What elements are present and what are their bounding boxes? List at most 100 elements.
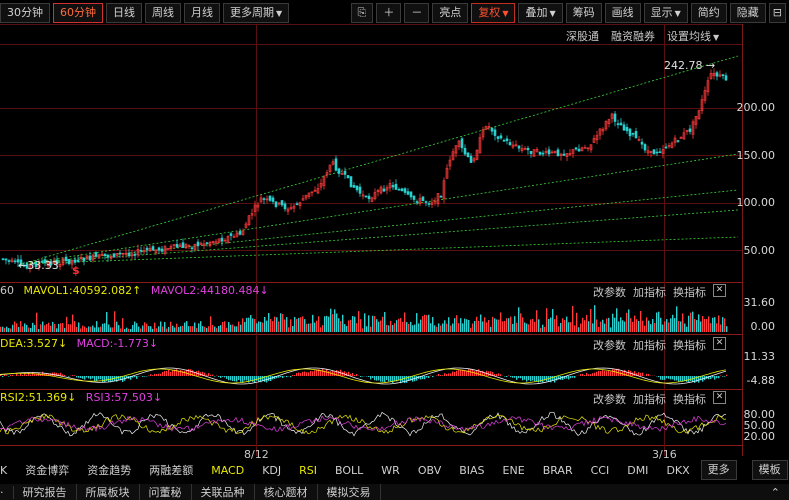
macd-bar	[64, 374, 66, 376]
macd-bar	[422, 376, 424, 380]
chips-button[interactable]: 筹码	[565, 3, 602, 23]
restore-icon[interactable]: ⎘	[350, 3, 374, 23]
period-30min[interactable]: 30分钟	[0, 3, 50, 23]
tab-ene[interactable]: ENE	[494, 464, 534, 477]
bottom-tab-related[interactable]: 关联品种	[192, 484, 255, 500]
macd-bar	[302, 371, 304, 376]
candle-body	[616, 123, 620, 125]
volume-bar	[222, 321, 224, 332]
macd-chart[interactable]	[0, 350, 742, 389]
candle-body	[574, 147, 578, 150]
bottom-tab-ask-secretary[interactable]: 问董秘	[140, 484, 192, 500]
volume-bar	[2, 326, 4, 332]
tab-wr[interactable]: WR	[372, 464, 409, 477]
volume-bar	[540, 327, 542, 332]
volume-bar	[510, 316, 512, 332]
macd-bar	[308, 372, 310, 376]
volume-bar	[212, 324, 214, 332]
candle-body	[88, 255, 92, 261]
close-icon[interactable]: ✕	[713, 337, 726, 350]
bottom-tab-research[interactable]: 研究报告	[14, 484, 77, 500]
macd-bar	[640, 372, 642, 376]
tab-fund-trend[interactable]: 资金趋势	[78, 462, 140, 478]
volume-bar	[132, 325, 134, 332]
volume-bar	[8, 328, 10, 332]
volume-bar	[550, 317, 552, 332]
volume-bar	[238, 321, 240, 332]
period-week[interactable]: 周线	[145, 3, 181, 23]
tab-obv[interactable]: OBV	[409, 464, 450, 477]
close-icon[interactable]: ✕	[713, 391, 726, 404]
macd-bar	[312, 371, 314, 376]
more-indicators-button[interactable]: 更多	[700, 460, 737, 480]
tab-fund-game[interactable]: 资金博弈	[16, 462, 78, 478]
tab-dkx[interactable]: DKX	[657, 464, 698, 477]
volume-bar	[456, 315, 458, 332]
template-button[interactable]: 模板	[751, 460, 788, 480]
volume-bar	[640, 310, 642, 332]
tab-indicator-edge[interactable]: K	[0, 464, 16, 477]
edit-params-button[interactable]: 改参数	[593, 284, 626, 300]
collapse-icon[interactable]: ⊟	[768, 3, 786, 23]
volume-bar	[584, 320, 586, 332]
display-button[interactable]: 显示 ▼	[643, 3, 688, 23]
scroll-up-icon[interactable]: ⌃	[762, 486, 789, 499]
tab-margin-diff[interactable]: 两融差额	[140, 462, 202, 478]
volume-bar	[400, 318, 402, 332]
bottom-tab-sim-trade[interactable]: 模拟交易	[318, 484, 381, 500]
tab-macd[interactable]: MACD	[202, 464, 253, 477]
highlight-button[interactable]: 亮点	[432, 3, 469, 23]
panel-divider	[0, 334, 742, 335]
volume-bar	[370, 326, 372, 332]
volume-bar	[76, 326, 78, 332]
period-month[interactable]: 月线	[184, 3, 220, 23]
price-tick: 100.00	[736, 196, 776, 209]
hide-button[interactable]: 隐藏	[729, 3, 766, 23]
bottom-tab-theme[interactable]: 核心题材	[255, 484, 318, 500]
more-period-dropdown[interactable]: 更多周期 ▼	[223, 3, 290, 23]
simple-button[interactable]: 简约	[690, 3, 727, 23]
macd-bar	[600, 371, 602, 376]
volume-bar	[486, 322, 488, 332]
volume-bar	[158, 326, 160, 332]
tab-bias[interactable]: BIAS	[450, 464, 493, 477]
rsi-chart[interactable]	[0, 404, 742, 445]
bottom-tab-edge[interactable]: ·	[0, 485, 14, 499]
overlay-button[interactable]: 叠加 ▼	[518, 3, 563, 23]
ma-settings-link[interactable]: 设置均线 ▼	[667, 28, 719, 44]
tab-cci[interactable]: CCI	[582, 464, 619, 477]
volume-bar	[666, 319, 668, 332]
macd-bar	[386, 376, 388, 381]
tab-kdj[interactable]: KDJ	[253, 464, 290, 477]
tab-brar[interactable]: BRAR	[534, 464, 582, 477]
switch-indicator-button[interactable]: 换指标	[673, 284, 706, 300]
close-icon[interactable]: ✕	[713, 284, 726, 297]
macd-bar	[562, 376, 564, 380]
margin-trading-link[interactable]: 融资融券	[611, 28, 655, 44]
macd-bar	[572, 376, 574, 378]
volume-bar	[94, 327, 96, 332]
period-day[interactable]: 日线	[106, 3, 142, 23]
candle-body	[409, 191, 413, 198]
draw-line-button[interactable]: 画线	[604, 3, 641, 23]
y-axis-line	[742, 24, 743, 456]
volume-chart[interactable]	[0, 300, 742, 334]
bottom-tab-sector[interactable]: 所属板块	[77, 484, 140, 500]
volume-bar	[208, 326, 210, 332]
adjust-button[interactable]: 复权 ▼	[471, 3, 516, 23]
period-60min[interactable]: 60分钟	[53, 3, 103, 23]
macd-bar	[608, 370, 610, 376]
volume-bar	[170, 321, 172, 332]
sz-connect-link[interactable]: 深股通	[566, 28, 599, 44]
volume-bar	[428, 314, 430, 332]
zoom-in-icon[interactable]: ＋	[376, 3, 402, 23]
volume-bar	[280, 313, 282, 332]
tab-rsi[interactable]: RSI	[290, 464, 326, 477]
volume-bar	[254, 318, 256, 332]
tab-boll[interactable]: BOLL	[326, 464, 372, 477]
volume-bar	[722, 317, 724, 332]
price-chart[interactable]	[0, 44, 742, 282]
zoom-out-icon[interactable]: －	[404, 3, 430, 23]
tab-dmi[interactable]: DMI	[618, 464, 657, 477]
add-indicator-button[interactable]: 加指标	[633, 284, 666, 300]
